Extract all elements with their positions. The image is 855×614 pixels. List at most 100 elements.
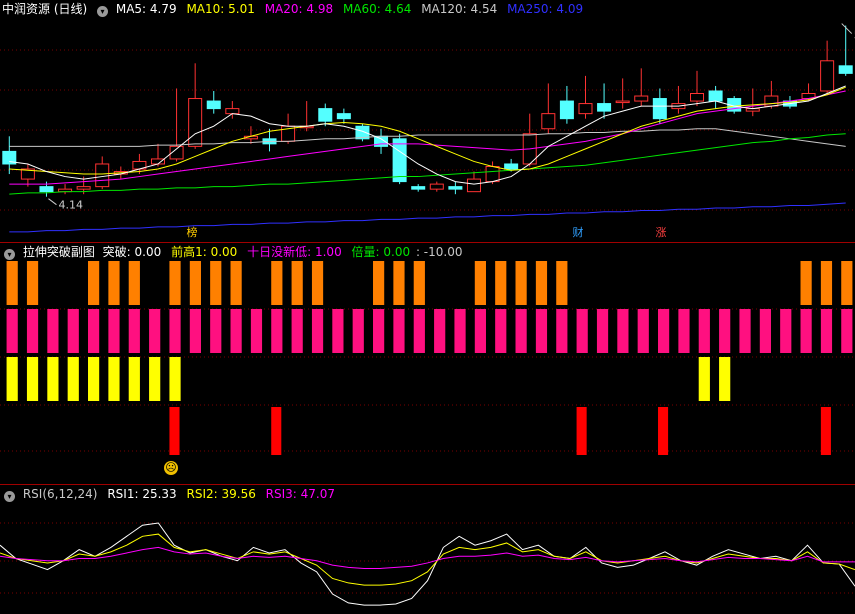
rsi2-value: RSI2: 39.56: [186, 487, 256, 501]
pink-bar: [128, 309, 140, 353]
pink-bar: [637, 309, 649, 353]
candle-body: [206, 100, 221, 110]
pink-bar: [535, 309, 548, 353]
yellow-bar: [149, 357, 161, 401]
rsi1-value: RSI1: 25.33: [107, 487, 177, 501]
pink-bar: [454, 309, 466, 353]
pink-bar: [759, 309, 771, 353]
marker-zhang[interactable]: 涨: [654, 226, 668, 240]
candle-body: [76, 186, 91, 190]
rsi2-line: [0, 533, 855, 586]
candle-body: [448, 186, 463, 190]
candle-body: [95, 163, 110, 188]
chevron-down-icon[interactable]: ▾: [97, 6, 109, 17]
pink-bar: [47, 309, 59, 353]
pink-bar: [617, 309, 629, 353]
pink-bar: [88, 309, 100, 353]
candle-body: [820, 60, 835, 92]
candlestick-chart[interactable]: 5.54.14: [0, 18, 855, 242]
yellow-bar: [719, 357, 731, 401]
pink-bar: [6, 309, 18, 353]
pink-bar: [108, 309, 120, 353]
sub-chart-panel: ▾ 拉伸突破副图 突破: 0.00 前高1: 0.00 十日没新低: 1.00 …: [0, 243, 855, 484]
candle-body: [39, 186, 54, 193]
tupo-value: 突破: 0.00: [102, 245, 162, 259]
red-bar: [576, 407, 587, 455]
pink-bar: [658, 309, 670, 353]
pink-bar: [149, 309, 161, 353]
pink-bar: [596, 309, 609, 353]
rsi-panel: ▾ RSI(6,12,24) RSI1: 25.33 RSI2: 39.56 R…: [0, 485, 855, 614]
rsi-chart[interactable]: [0, 503, 855, 614]
orange-bar: [495, 261, 507, 305]
marker-bang[interactable]: 榜: [185, 226, 199, 240]
main-chart-panel: 中润资源 (日线) ▾ MA5: 4.79 MA10: 5.01 MA20: 4…: [0, 0, 855, 242]
candle-body: [652, 98, 667, 120]
candle-body: [615, 100, 630, 104]
orange-bar: [26, 261, 39, 305]
high-pointer: [841, 23, 853, 34]
pink-bar: [291, 309, 303, 353]
marker-cai[interactable]: 财: [571, 226, 585, 240]
pink-bar: [474, 309, 486, 353]
yellow-bar: [108, 357, 120, 401]
yellow-bar: [6, 357, 18, 401]
pink-bar: [800, 309, 812, 353]
yellow-bar: [169, 357, 181, 401]
orange-bar: [841, 261, 853, 305]
pink-bar: [820, 309, 833, 353]
breakout-bars-chart[interactable]: [0, 261, 855, 484]
pink-bar: [271, 309, 283, 353]
orange-bar: [210, 261, 222, 305]
pink-bar: [169, 309, 181, 353]
candle-body: [838, 65, 853, 74]
pink-bar: [841, 309, 853, 353]
orange-bar: [535, 261, 548, 305]
sad-face-icon: ☹: [164, 461, 178, 475]
pink-bar: [780, 309, 792, 353]
candle-body: [597, 103, 612, 112]
orange-bar: [474, 261, 486, 305]
red-bar: [169, 407, 180, 455]
candle-body: [429, 183, 444, 190]
pink-bar: [373, 309, 385, 353]
yellow-bar: [698, 357, 710, 401]
pink-bar: [556, 309, 568, 353]
candle-body: [466, 178, 481, 193]
pink-bar: [311, 309, 324, 353]
ma120-value: MA120: 4.54: [421, 2, 498, 16]
candle-body: [225, 108, 240, 115]
chevron-down-icon[interactable]: ▾: [4, 249, 15, 260]
pink-bar: [352, 309, 364, 353]
ma250-value: MA250: 4.09: [507, 2, 584, 16]
qiangao-value: 前高1: 0.00: [171, 245, 238, 259]
ma120-line: [9, 128, 846, 147]
candle-body: [708, 90, 723, 102]
orange-bar: [169, 261, 181, 305]
chevron-down-icon[interactable]: ▾: [4, 491, 15, 502]
ma5-value: MA5: 4.79: [115, 2, 177, 16]
pink-bar: [67, 309, 79, 353]
low-label: 4.14: [58, 199, 83, 212]
yellow-bar: [47, 357, 59, 401]
ma10-value: MA10: 5.01: [186, 2, 255, 16]
orange-bar: [6, 261, 18, 305]
orange-bar: [556, 261, 568, 305]
pink-bar: [250, 309, 263, 353]
pink-bar: [393, 309, 405, 353]
sub-title: 拉伸突破副图: [22, 245, 95, 259]
red-bar: [271, 407, 282, 455]
rsi-title: RSI(6,12,24): [22, 487, 98, 501]
candle-body: [188, 98, 203, 147]
pink-bar: [719, 309, 731, 353]
pink-bar: [26, 309, 39, 353]
orange-bar: [393, 261, 405, 305]
pink-bar: [739, 309, 751, 353]
candle-body: [559, 100, 574, 120]
orange-bar: [820, 261, 833, 305]
red-bar: [658, 407, 669, 455]
shiri-value: 十日没新低: 1.00: [247, 245, 342, 259]
rsi3-value: RSI3: 47.07: [265, 487, 336, 501]
candle-body: [634, 95, 649, 102]
candle-body: [392, 138, 407, 183]
